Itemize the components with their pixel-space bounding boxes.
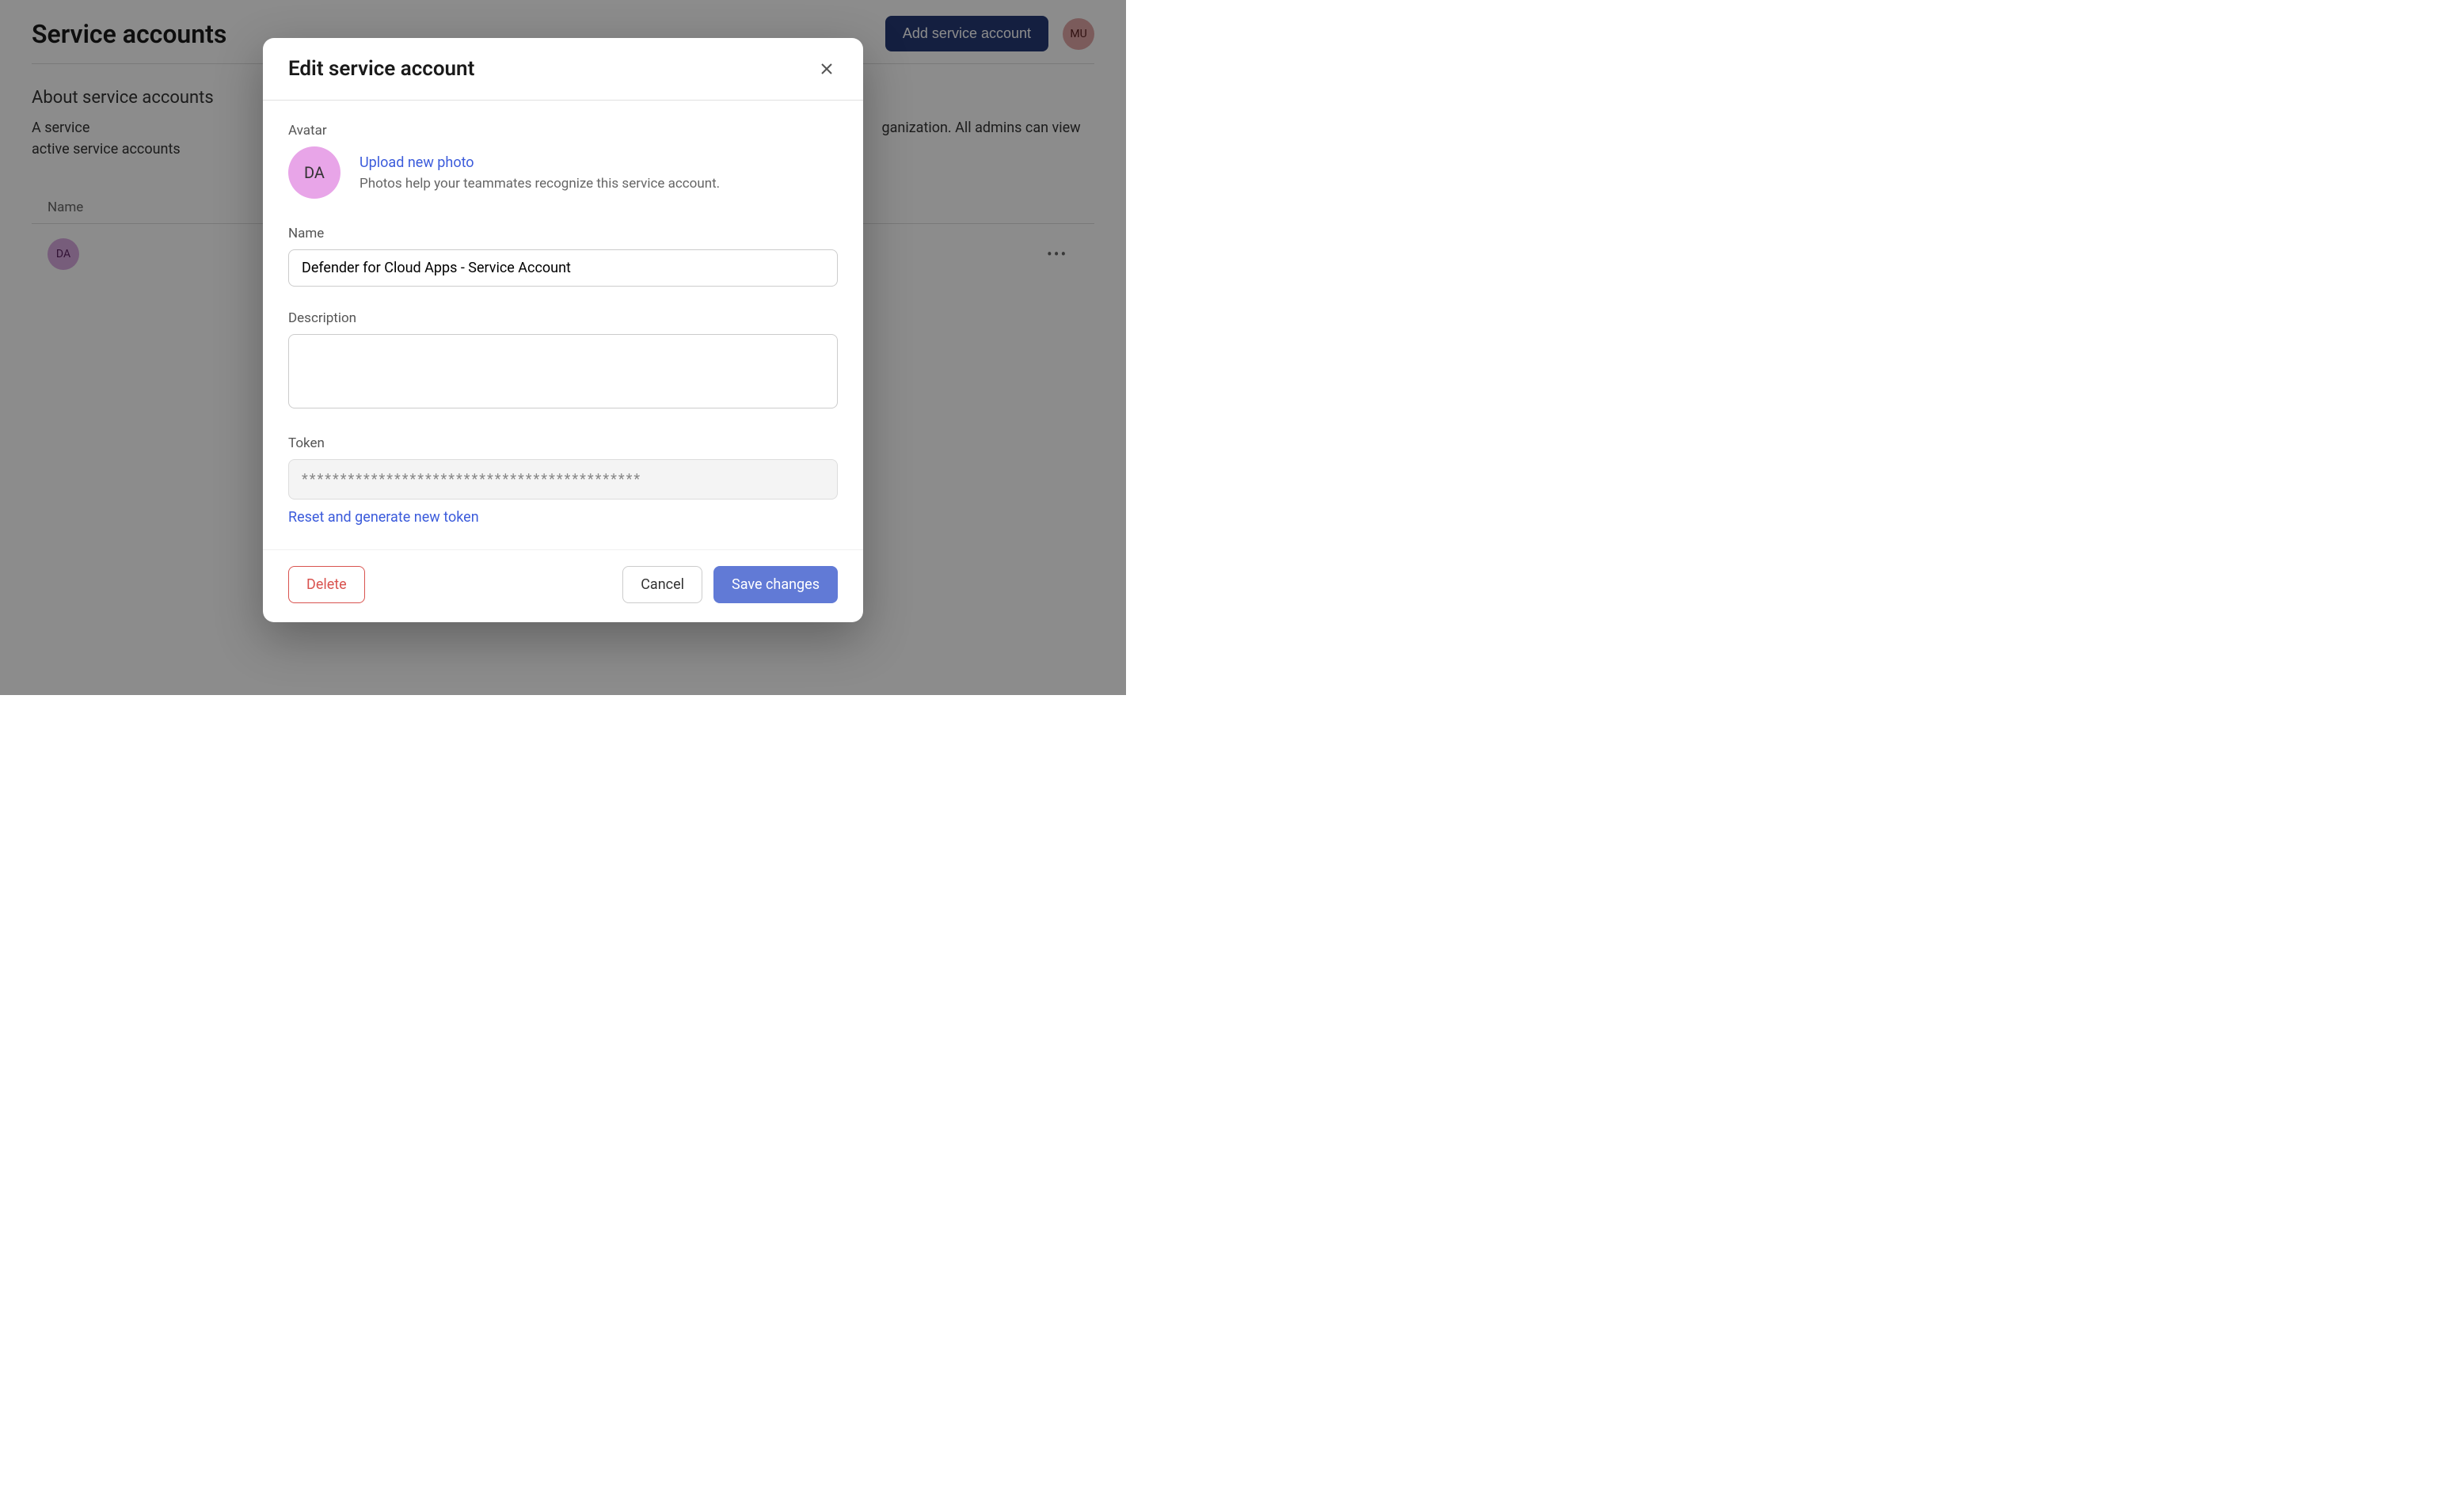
modal-header: Edit service account [263,38,863,101]
token-label: Token [288,435,838,451]
cancel-button[interactable]: Cancel [622,566,702,603]
modal-overlay: Edit service account Avatar DA Upload ne… [0,0,1126,695]
edit-service-account-modal: Edit service account Avatar DA Upload ne… [263,38,863,622]
name-label: Name [288,226,838,241]
description-label: Description [288,310,838,326]
modal-body[interactable]: Avatar DA Upload new photo Photos help y… [263,101,863,549]
delete-button[interactable]: Delete [288,566,365,603]
description-input[interactable] [288,334,838,408]
reset-token-link[interactable]: Reset and generate new token [288,509,479,526]
name-input[interactable] [288,249,838,287]
token-field [288,459,838,500]
avatar: DA [288,146,340,199]
modal-title: Edit service account [288,57,474,81]
save-button[interactable]: Save changes [713,566,838,603]
upload-photo-link[interactable]: Upload new photo [360,154,474,171]
avatar-label: Avatar [288,123,838,139]
upload-hint: Photos help your teammates recognize thi… [360,176,720,192]
modal-footer: Delete Cancel Save changes [263,549,863,622]
close-icon[interactable] [816,58,838,80]
avatar-section: DA Upload new photo Photos help your tea… [288,146,838,199]
